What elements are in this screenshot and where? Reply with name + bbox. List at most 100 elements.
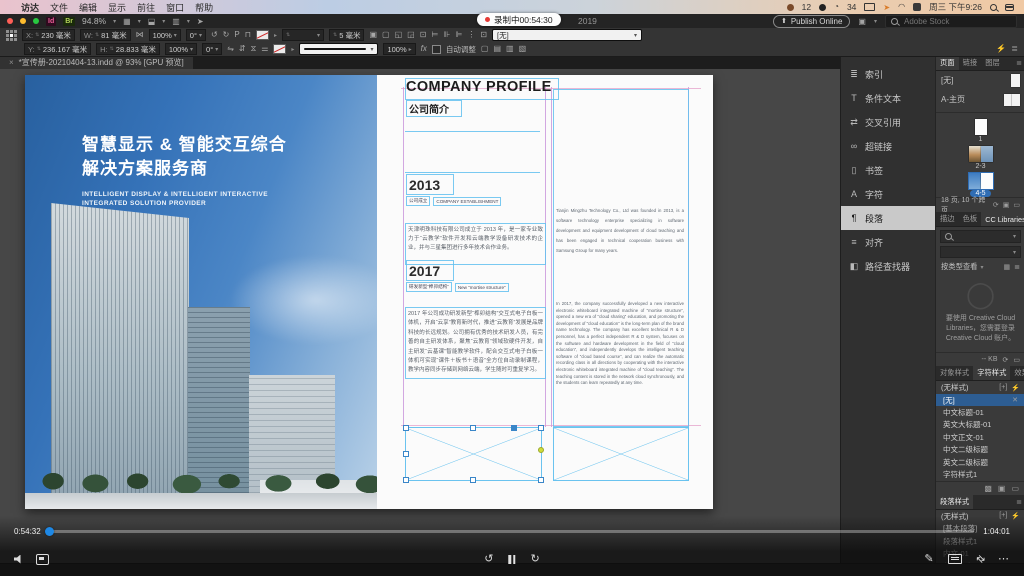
left-page-cover-image[interactable]: 智慧显示 & 智能交互综合 解决方案服务商 INTELLIGENT DISPLA…: [25, 75, 377, 509]
libraries-search-field[interactable]: ▾: [940, 230, 1021, 243]
height-field[interactable]: H:⇅28.833 毫米: [96, 43, 160, 55]
grid-view-icon[interactable]: ▦: [1004, 263, 1011, 271]
libraries-select-dropdown[interactable]: ▾: [940, 246, 1021, 258]
object-style-caret-icon[interactable]: ▾: [634, 32, 637, 39]
selection-handle[interactable]: [538, 477, 544, 483]
view-by-type-dropdown[interactable]: 按类型查看: [941, 262, 977, 272]
placeholder-frame-right[interactable]: [553, 427, 689, 481]
zoom-level-value[interactable]: 94.8%: [82, 16, 106, 26]
upload-arrow-icon[interactable]: ➤: [883, 3, 890, 12]
page-spread[interactable]: 智慧显示 & 智能交互综合 解决方案服务商 INTELLIGENT DISPLA…: [25, 75, 713, 509]
master-none-thumbnail[interactable]: [1011, 74, 1020, 87]
fit-content-proportionally-icon[interactable]: ▢: [382, 31, 390, 39]
character-style-row[interactable]: [无]✕: [936, 394, 1024, 406]
keyboard-panel-icon[interactable]: [948, 554, 962, 564]
close-tab-icon[interactable]: ×: [9, 58, 14, 67]
clear-transform-icon[interactable]: ⧖: [251, 45, 257, 53]
opacity-field[interactable]: 100%▸: [383, 43, 415, 55]
dock-item-character[interactable]: A字符: [841, 182, 935, 206]
master-a-thumbnail[interactable]: [1004, 94, 1020, 106]
paragraph-2017-en[interactable]: In 2017, the company successfully develo…: [556, 301, 684, 389]
paragraph-styles-menu-icon[interactable]: ≣: [1016, 498, 1024, 506]
sync-status-icon[interactable]: ⟳: [1003, 356, 1009, 364]
menu-window[interactable]: 窗口: [166, 1, 184, 14]
dock-item-bookmarks[interactable]: ▯书签: [841, 158, 935, 182]
select-container-icon[interactable]: P: [234, 31, 239, 39]
company-profile-title[interactable]: COMPANY PROFILE: [405, 78, 559, 100]
fill-swatch-none[interactable]: [256, 30, 269, 40]
w-stepper-icon[interactable]: ⇅: [95, 33, 99, 38]
balance-columns-icon[interactable]: ⚌: [261, 45, 268, 53]
stroke-weight-stepper-icon[interactable]: ⇅: [286, 33, 290, 38]
rewind-icon[interactable]: ↺: [484, 554, 493, 565]
timer-icon[interactable]: ◔: [834, 3, 839, 11]
recording-indicator-badge[interactable]: 录制中00:54:30: [477, 13, 561, 26]
dock-item-index[interactable]: ≣索引: [841, 62, 935, 86]
wrap-bounding-box-icon[interactable]: ▤: [493, 45, 501, 53]
flip-vertical-icon[interactable]: ⇵: [239, 45, 246, 53]
forward-icon[interactable]: ↻: [531, 554, 540, 565]
zoom-caret-icon[interactable]: ▾: [113, 18, 116, 25]
tab-effects[interactable]: 效果: [1010, 366, 1024, 380]
x-stepper-icon[interactable]: ⇅: [35, 33, 39, 38]
tab-swatches[interactable]: 色板: [959, 212, 982, 226]
wifi-icon[interactable]: ◠: [898, 3, 905, 11]
new-style-icon[interactable]: ▣: [998, 484, 1006, 493]
fill-caret-icon[interactable]: ▸: [274, 32, 277, 39]
display-mirroring-icon[interactable]: [864, 3, 875, 11]
dock-item-cross-references[interactable]: ⇄交叉引用: [841, 110, 935, 134]
character-style-row[interactable]: 中文标题-01: [936, 406, 1024, 418]
master-none-row[interactable]: [无]: [936, 71, 1024, 90]
workspace-switcher-icon[interactable]: ▣: [858, 17, 866, 26]
scale-x-field[interactable]: 100%▾: [149, 29, 181, 41]
content-grabber-dot[interactable]: [538, 447, 544, 453]
spotlight-search-icon[interactable]: [990, 4, 997, 11]
document-canvas[interactable]: 智慧显示 & 智能交互综合 解决方案服务商 INTELLIGENT DISPLA…: [0, 69, 840, 576]
dock-item-conditional-text[interactable]: T条件文本: [841, 86, 935, 110]
placeholder-frame-selected[interactable]: [405, 427, 542, 481]
character-style-row[interactable]: 中文正文-01: [936, 431, 1024, 443]
shear-field[interactable]: 0°▾: [202, 43, 222, 55]
paragraph-2013-en[interactable]: Tianjin Mingzhu Technology Co., Ltd was …: [556, 206, 684, 250]
distribute-icon[interactable]: ⋮: [467, 31, 475, 39]
rotation-caret-icon[interactable]: ▾: [199, 32, 202, 39]
window-zoom-button[interactable]: [33, 18, 39, 24]
libraries-search-caret-icon[interactable]: ▾: [1013, 233, 1016, 240]
selection-handle[interactable]: [538, 425, 544, 431]
paragraph-2017-cn[interactable]: 2017 年公司成功研发新型“榫卯结构”交互式电子白板一体机，开启“云享”教育新…: [405, 307, 546, 379]
menu-go[interactable]: 前往: [137, 1, 155, 14]
selection-handle[interactable]: [470, 425, 476, 431]
y-position-field[interactable]: Y:⇅236.167 毫米: [24, 43, 91, 55]
paragraph-2013-cn[interactable]: 天津明珠科技有限公司成立于 2013 年，是一家专业致力于“云教学”软件开发和云…: [405, 223, 546, 265]
stock-search-input[interactable]: [902, 16, 1006, 27]
gpu-performance-icon[interactable]: ⚡: [996, 45, 1006, 53]
reference-point-proxy-icon[interactable]: [6, 30, 17, 41]
window-close-button[interactable]: [7, 18, 13, 24]
new-page-icon[interactable]: ▣: [1003, 201, 1010, 209]
tab-cc-libraries[interactable]: CC Libraries: [981, 212, 1024, 226]
control-center-icon[interactable]: [1005, 4, 1014, 11]
pause-button[interactable]: [509, 555, 516, 564]
scale-y-field[interactable]: 100%▾: [165, 43, 197, 55]
corner-radius-field[interactable]: ⇅5 毫米: [329, 29, 364, 41]
wrap-jump-icon[interactable]: ▧: [519, 45, 527, 53]
center-content-icon[interactable]: ⊡: [420, 31, 427, 39]
tab-pages[interactable]: 页面: [936, 56, 959, 70]
spread-2-3-thumbnails[interactable]: [969, 146, 993, 162]
annotate-pencil-icon[interactable]: ✎: [924, 554, 933, 565]
stroke-weight-caret-icon[interactable]: ▾: [317, 32, 320, 39]
stroke-style-dropdown[interactable]: ▾: [299, 43, 378, 55]
menu-view[interactable]: 显示: [108, 1, 126, 14]
company-profile-subtitle[interactable]: 公司简介: [406, 100, 462, 117]
more-options-icon[interactable]: ⋯: [998, 554, 1009, 565]
tab-character-styles[interactable]: 字符样式: [973, 366, 1010, 380]
arrange-documents-caret-icon[interactable]: ▾: [187, 18, 190, 25]
selection-handle[interactable]: [403, 451, 409, 457]
share-icon[interactable]: ➤: [197, 17, 204, 26]
y-stepper-icon[interactable]: ⇅: [37, 47, 41, 52]
opacity-caret-icon[interactable]: ▸: [409, 46, 412, 53]
tray-icon[interactable]: [819, 4, 826, 11]
selection-handle[interactable]: [403, 477, 409, 483]
view-options-icon[interactable]: ▦: [123, 17, 131, 26]
year-2017-label[interactable]: 2017: [406, 260, 454, 281]
